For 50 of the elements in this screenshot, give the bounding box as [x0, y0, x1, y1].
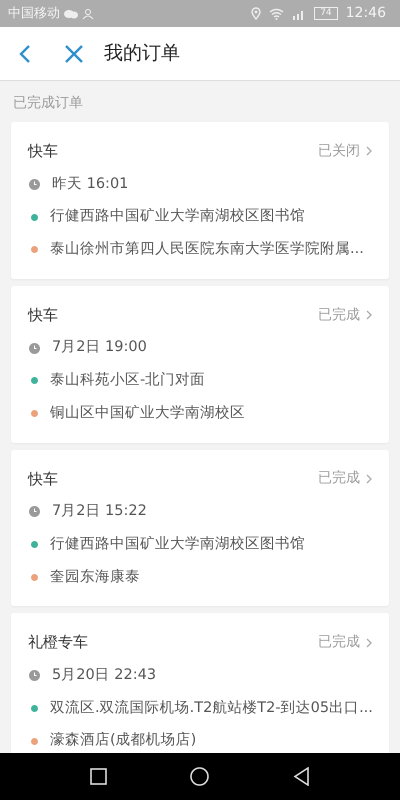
destination-address: 濠森酒店(成都机场店): [50, 730, 196, 750]
order-time: 5月20日 22:43: [52, 666, 156, 685]
close-icon: [64, 44, 84, 64]
order-type: 礼橙专车: [28, 632, 88, 654]
destination-address: 铜山区中国矿业大学南湖校区: [50, 404, 245, 423]
back-icon: [18, 44, 32, 64]
chevron-icon: [366, 638, 372, 648]
order-time: 昨天 16:01: [52, 174, 128, 194]
clock-icon: [29, 342, 40, 354]
start-dot: [31, 377, 38, 384]
chat-icon: [64, 8, 78, 18]
clock-icon: [29, 506, 40, 518]
order-time: 7月2日 15:22: [52, 502, 147, 521]
circle-icon: [190, 767, 210, 786]
battery-icon: 74: [314, 7, 338, 20]
location-icon: [251, 7, 262, 20]
person-icon: [82, 8, 94, 20]
wifi-icon: [269, 8, 284, 20]
order-time: 7月2日 19:00: [52, 338, 147, 358]
pickup-address: 双流区.双流国际机场.T2航站楼T2-到达05出口...: [50, 698, 373, 718]
end-dot: [31, 738, 38, 745]
start-dot: [31, 704, 38, 712]
chevron-icon: [366, 310, 372, 320]
chevron-icon: [366, 146, 372, 156]
order-card[interactable]: 快车 已完成 7月2日 19:00 泰山科苑小区-北门对面 铜山区中国矿业大学南湖校区: [11, 286, 389, 442]
end-dot: [31, 410, 38, 418]
destination-address: 奎园东海康泰: [50, 568, 140, 586]
section-label: 已完成订单: [12, 94, 84, 113]
order-type: 快车: [28, 141, 58, 162]
start-dot: [31, 214, 38, 221]
pickup-address: 行健西路中国矿业大学南湖校区图书馆: [50, 534, 305, 554]
pickup-address: 泰山科苑小区-北门对面: [50, 370, 206, 390]
square-icon: [90, 768, 107, 785]
clock-time: 12:46: [346, 4, 386, 23]
order-type: 快车: [28, 304, 58, 326]
start-dot: [31, 541, 38, 548]
chevron-icon: [366, 474, 372, 484]
end-dot: [31, 246, 38, 254]
end-dot: [31, 574, 38, 581]
pickup-address: 行健西路中国矿业大学南湖校区图书馆: [50, 206, 305, 226]
carrier-name: 中国移动: [8, 4, 60, 23]
clock-icon: [29, 670, 40, 682]
order-type: 快车: [28, 468, 58, 490]
clock-icon: [29, 178, 40, 190]
triangle-icon: [293, 767, 310, 786]
order-card[interactable]: 礼橙专车 已完成 5月20日 22:43 双流区.双流国际机场.T2航站楼T2-到达05出口... 濠森酒店(成都机场店): [11, 613, 389, 753]
destination-address: 泰山徐州市第四人民医院东南大学医学院附属...: [50, 240, 364, 259]
page-title: 我的订单: [104, 41, 180, 66]
order-card[interactable]: 快车 已完成 7月2日 15:22 行健西路中国矿业大学南湖校区图书馆 奎园东海康泰: [11, 450, 389, 606]
order-card[interactable]: 快车 已关闭 昨天 16:01 行健西路中国矿业大学南湖校区图书馆 泰山徐州市第四人民医院东南大学医学院附属...: [11, 122, 389, 279]
